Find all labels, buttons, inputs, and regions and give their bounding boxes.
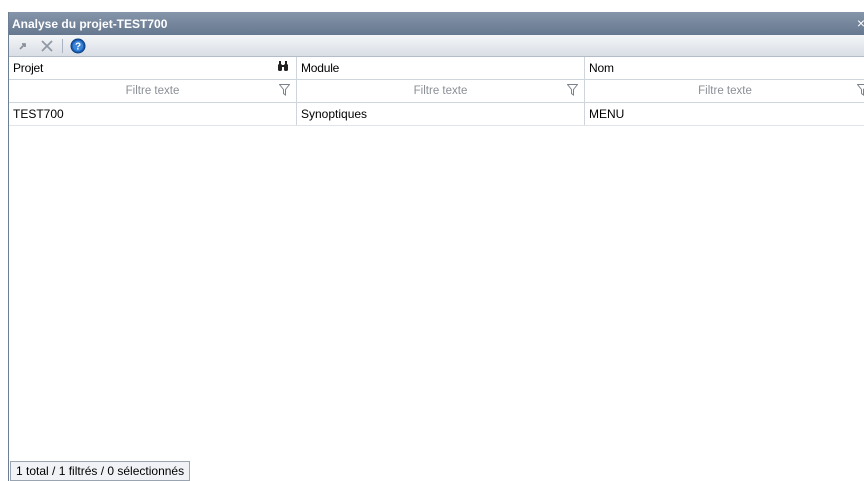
column-header-label: Module	[301, 61, 340, 75]
filter-icon[interactable]	[567, 84, 578, 96]
help-button[interactable]: ?	[68, 37, 88, 55]
toolbar: ?	[9, 35, 864, 57]
filter-cell-nom[interactable]: Filtre texte	[585, 80, 864, 102]
close-icon[interactable]: ×	[855, 15, 864, 31]
column-header-module[interactable]: Module	[297, 57, 585, 79]
filter-icon[interactable]	[857, 84, 864, 96]
table-row[interactable]: TEST700 Synoptiques MENU	[9, 103, 864, 126]
help-icon: ?	[70, 38, 86, 53]
header-row: Projet Module Nom	[9, 57, 864, 80]
filter-placeholder: Filtre texte	[413, 85, 468, 97]
filter-placeholder: Filtre texte	[698, 85, 752, 97]
column-header-label: Nom	[589, 61, 614, 75]
binoculars-icon[interactable]	[277, 61, 289, 72]
delete-button[interactable]	[37, 37, 57, 55]
filter-cell-projet[interactable]: Filtre texte	[9, 80, 297, 102]
column-header-nom[interactable]: Nom	[585, 57, 864, 79]
status-bar: 1 total / 1 filtrés / 0 sélectionnés	[10, 461, 191, 481]
column-header-label: Projet	[13, 61, 44, 75]
window-title: Analyse du projet-TEST700	[12, 16, 168, 31]
cell-module[interactable]: Synoptiques	[297, 103, 585, 125]
window-titlebar[interactable]: Analyse du projet-TEST700 ×	[9, 12, 864, 35]
results-grid: Projet Module Nom Filtre texte Filtre te…	[9, 57, 864, 481]
filter-row: Filtre texte Filtre texte Filtre texte	[9, 80, 864, 103]
filter-placeholder: Filtre texte	[125, 85, 180, 97]
filter-icon[interactable]	[279, 84, 290, 96]
filter-cell-module[interactable]: Filtre texte	[297, 80, 585, 102]
column-header-projet[interactable]: Projet	[9, 57, 297, 79]
delete-x-icon	[41, 39, 53, 52]
cell-projet[interactable]: TEST700	[9, 103, 297, 125]
svg-text:?: ?	[75, 41, 81, 52]
analysis-window: Analyse du projet-TEST700 × ? Projet	[8, 12, 864, 481]
goto-arrow-icon	[19, 42, 26, 50]
goto-button[interactable]	[13, 37, 33, 55]
cell-nom[interactable]: MENU	[585, 103, 864, 125]
toolbar-separator	[62, 38, 63, 53]
